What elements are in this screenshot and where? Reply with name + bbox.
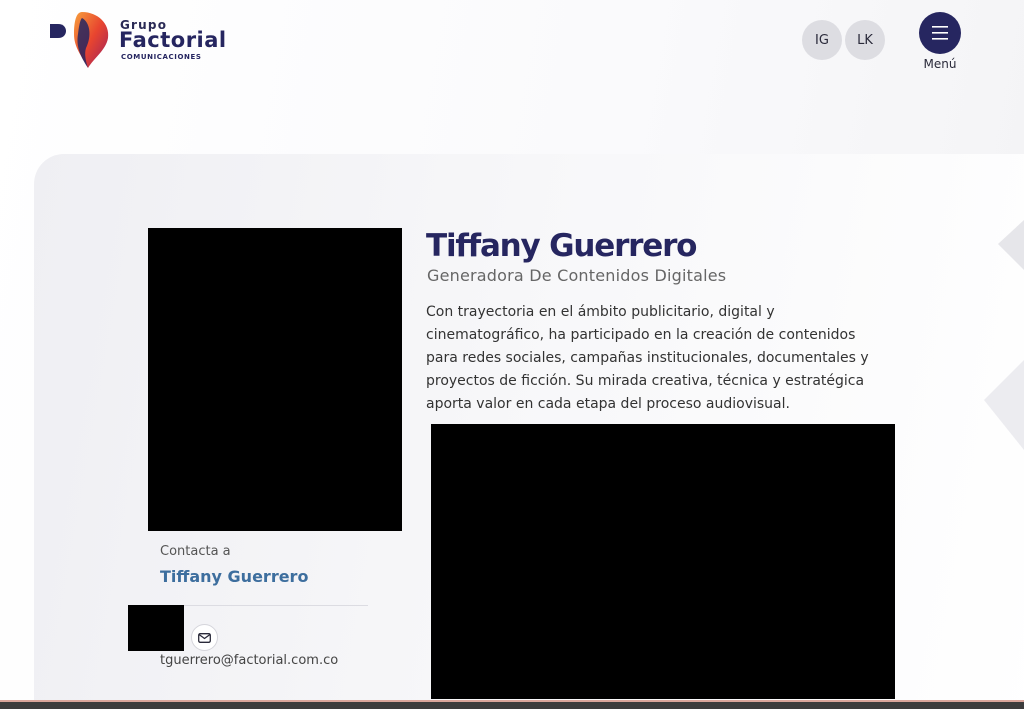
- profile-photo: [148, 228, 402, 531]
- profile-video[interactable]: [431, 424, 895, 699]
- logo[interactable]: Grupo Factorial COMUNICACIONES: [48, 10, 238, 70]
- decorative-shape: [984, 220, 1024, 450]
- menu-label[interactable]: Menú: [910, 57, 970, 71]
- menu-button[interactable]: [919, 12, 961, 54]
- profile-role: Generadora De Contenidos Digitales: [427, 266, 727, 285]
- hamburger-icon: [932, 26, 948, 40]
- contact-email[interactable]: tguerrero@factorial.com.co: [160, 653, 338, 668]
- envelope-icon: [198, 632, 211, 643]
- contact-label: Contacta a: [160, 544, 231, 559]
- instagram-button[interactable]: IG: [802, 20, 842, 60]
- contact-divider: [160, 605, 368, 606]
- contact-name: Tiffany Guerrero: [160, 567, 309, 586]
- profile-name: Tiffany Guerrero: [426, 228, 697, 264]
- logo-text-factorial: Factorial: [119, 28, 227, 52]
- logo-text-comunicaciones: COMUNICACIONES: [121, 53, 202, 61]
- profile-bio: Con trayectoria en el ámbito publicitari…: [426, 304, 869, 412]
- linkedin-button[interactable]: LK: [845, 20, 885, 60]
- contact-image: [128, 605, 184, 651]
- bottom-bar: [0, 700, 1024, 709]
- email-button[interactable]: [191, 624, 218, 651]
- logo-mark-icon: [50, 12, 109, 68]
